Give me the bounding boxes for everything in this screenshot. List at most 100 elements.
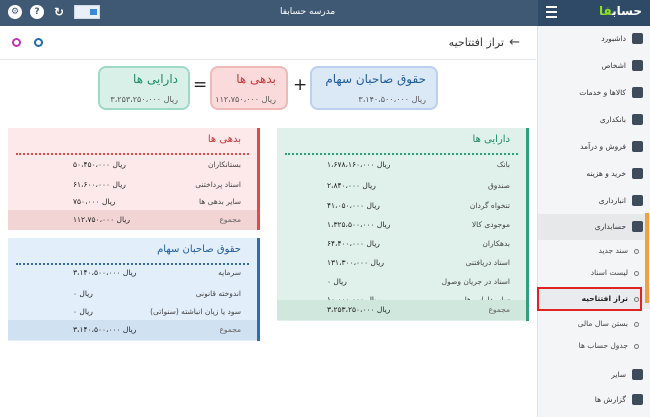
account-value: ریال ۶۱،۶۰۰،۰۰۰ bbox=[73, 180, 126, 189]
account-value: ریال ۳،۱۴۰،۵۰۰،۰۰۰ bbox=[73, 268, 137, 277]
hamburger-menu-icon[interactable] bbox=[546, 6, 557, 18]
assets-row[interactable]: بدهکاران ریال ۶۴،۴۰۰،۰۰۰ bbox=[277, 234, 526, 254]
equity-row[interactable]: سرمایه ریال ۳،۱۴۰،۵۰۰،۰۰۰ bbox=[8, 263, 257, 283]
account-value: ریال ۱،۶۷۸،۱۶۰،۰۰۰ bbox=[327, 160, 391, 169]
sidebar-subitem-label: لیست اسناد bbox=[590, 268, 628, 277]
sidebar-subitem-voucher-list[interactable]: لیست اسناد bbox=[538, 263, 650, 283]
bullet-icon bbox=[634, 271, 639, 276]
assets-row[interactable]: موجودی کالا ریال ۱،۳۲۵،۵۰۰،۰۰۰ bbox=[277, 215, 526, 235]
equation-liabilities-value: ریال ۱۱۲،۷۵۰،۰۰۰ bbox=[215, 95, 276, 104]
reports-icon bbox=[632, 394, 643, 405]
people-icon bbox=[632, 60, 643, 71]
target-icon[interactable] bbox=[12, 38, 21, 47]
account-value: ریال ۴۱،۰۵۰،۰۰۰ bbox=[327, 201, 380, 210]
account-value: ریال ۱،۳۲۵،۵۰۰،۰۰۰ bbox=[327, 220, 391, 229]
liabilities-row[interactable]: بستانکاران ریال ۵۰،۴۵۰،۰۰۰ bbox=[8, 155, 257, 175]
account-value: ریال ۲،۸۴۰،۰۰۰ bbox=[327, 181, 376, 190]
warehouse-icon bbox=[632, 195, 643, 206]
account-label: اندوخته قانونی bbox=[195, 289, 241, 298]
page-header: ← تراز افتتاحیه bbox=[0, 26, 536, 60]
sidebar-subitem-label: جدول حساب ها bbox=[578, 341, 628, 350]
selection-highlight bbox=[537, 287, 642, 311]
sales-icon bbox=[632, 141, 643, 152]
assets-row[interactable]: بانک ریال ۱،۶۷۸،۱۶۰،۰۰۰ bbox=[277, 155, 526, 175]
sidebar-item-people[interactable]: اشخاص bbox=[538, 53, 650, 79]
history-icon[interactable] bbox=[34, 38, 43, 47]
total-value: ریال ۱۱۲،۷۵۰،۰۰۰ bbox=[73, 215, 130, 224]
assets-total-row: مجموع ریال ۳،۲۵۳،۲۵۰،۰۰۰ bbox=[277, 300, 526, 320]
sidebar-item-label: اشخاص bbox=[601, 61, 626, 70]
account-label: موجودی کالا bbox=[471, 220, 510, 229]
total-value: ریال ۳،۲۵۳،۲۵۰،۰۰۰ bbox=[327, 305, 391, 314]
sidebar-item-purchases[interactable]: خرید و هزینه bbox=[538, 161, 650, 187]
account-value: ریال ۰ bbox=[73, 289, 93, 298]
sidebar-item-label: خرید و هزینه bbox=[586, 169, 626, 178]
liabilities-panel-title: بدهی ها bbox=[207, 134, 241, 145]
account-label: اسناد پرداختنی bbox=[195, 180, 241, 189]
sidebar-item-label: حسابداری bbox=[594, 222, 626, 231]
liabilities-row[interactable]: سایر بدهی ها ریال ۷۵۰،۰۰۰ bbox=[8, 192, 257, 212]
total-label: مجموع bbox=[219, 325, 241, 334]
account-label: سود یا زیان انباشته (سنواتی) bbox=[150, 307, 241, 316]
accounting-icon bbox=[632, 221, 643, 232]
sidebar-item-reports[interactable]: گزارش ها bbox=[538, 387, 650, 413]
brand-logo-text[interactable]: حسابفا bbox=[599, 4, 642, 18]
sidebar-item-label: سایر bbox=[611, 370, 626, 379]
bullet-icon bbox=[634, 249, 639, 254]
app-logo: حسابفا bbox=[538, 0, 650, 26]
top-bar-tools: ⚙ ? ↻ bbox=[8, 5, 100, 19]
sidebar-subitem-new-voucher[interactable]: سند جدید bbox=[538, 241, 650, 261]
sidebar-item-banking[interactable]: بانکداری bbox=[538, 107, 650, 133]
sidebar-item-label: داشبورد bbox=[601, 34, 626, 43]
equity-total-row: مجموع ریال ۳،۱۴۰،۵۰۰،۰۰۰ bbox=[8, 320, 257, 340]
account-value: ریال ۱۳۱،۳۰۰،۰۰۰ bbox=[327, 258, 384, 267]
sidebar-subitem-chart-of-accounts[interactable]: جدول حساب ها bbox=[538, 336, 650, 356]
account-label: اسناد دریافتنی bbox=[465, 258, 510, 267]
account-label: بانک bbox=[496, 160, 510, 169]
sidebar-item-warehouse[interactable]: انبارداری bbox=[538, 188, 650, 214]
sidebar-subitem-close-fiscal-year[interactable]: بستن سال مالی bbox=[538, 314, 650, 334]
equation-equity-title: حقوق صاحبان سهام bbox=[325, 72, 426, 86]
total-label: مجموع bbox=[219, 215, 241, 224]
assets-panel: دارایی ها بانک ریال ۱،۶۷۸،۱۶۰،۰۰۰ صندوق … bbox=[277, 128, 529, 321]
products-icon bbox=[632, 87, 643, 98]
dashboard-icon bbox=[632, 33, 643, 44]
assets-row[interactable]: اسناد دریافتنی ریال ۱۳۱،۳۰۰،۰۰۰ bbox=[277, 253, 526, 273]
equity-row[interactable]: سود یا زیان انباشته (سنواتی) ریال ۰ bbox=[8, 302, 257, 322]
settings-icon[interactable]: ⚙ bbox=[8, 5, 22, 19]
equation-liabilities-title: بدهی ها bbox=[236, 72, 276, 86]
equation-equity-card: حقوق صاحبان سهام ریال ۳،۱۴۰،۵۰۰،۰۰۰ bbox=[310, 66, 438, 110]
sidebar-subitem-label: سند جدید bbox=[598, 246, 628, 255]
bullet-icon bbox=[634, 344, 639, 349]
sidebar-item-accounting[interactable]: حسابداری bbox=[538, 214, 650, 240]
back-arrow-icon[interactable]: ← bbox=[509, 35, 520, 50]
liabilities-total-row: مجموع ریال ۱۱۲،۷۵۰،۰۰۰ bbox=[8, 210, 257, 230]
help-icon[interactable]: ? bbox=[30, 5, 44, 19]
sidebar-item-label: کالاها و خدمات bbox=[579, 88, 626, 97]
assets-row[interactable]: تنخواه گردان ریال ۴۱،۰۵۰،۰۰۰ bbox=[277, 196, 526, 216]
assets-row[interactable]: صندوق ریال ۲،۸۴۰،۰۰۰ bbox=[277, 176, 526, 196]
account-label: صندوق bbox=[487, 181, 510, 190]
assets-row[interactable]: اسناد در جریان وصول ریال ۰ bbox=[277, 272, 526, 292]
total-value: ریال ۳،۱۴۰،۵۰۰،۰۰۰ bbox=[73, 325, 137, 334]
account-value: ریال ۵۰،۴۵۰،۰۰۰ bbox=[73, 160, 126, 169]
fullscreen-icon[interactable] bbox=[74, 5, 100, 19]
sidebar-item-dashboard[interactable]: داشبورد bbox=[538, 26, 650, 52]
account-value: ریال ۷۵۰،۰۰۰ bbox=[73, 197, 116, 206]
account-label: بدهکاران bbox=[482, 239, 510, 248]
equity-panel-title: حقوق صاحبان سهام bbox=[157, 244, 241, 255]
sidebar-scrollbar[interactable] bbox=[645, 213, 649, 303]
refresh-icon[interactable]: ↻ bbox=[52, 5, 66, 19]
account-label: اسناد در جریان وصول bbox=[441, 277, 510, 286]
sidebar-item-sales[interactable]: فروش و درآمد bbox=[538, 134, 650, 160]
sidebar-item-label: انبارداری bbox=[598, 196, 626, 205]
equation-assets-card: دارایی ها ریال ۳،۲۵۳،۲۵۰،۰۰۰ bbox=[98, 66, 190, 110]
sidebar-item-label: فروش و درآمد bbox=[580, 142, 626, 151]
sidebar-item-other[interactable]: سایر bbox=[538, 362, 650, 388]
account-value: ریال ۰ bbox=[327, 277, 347, 286]
equity-row[interactable]: اندوخته قانونی ریال ۰ bbox=[8, 284, 257, 304]
purchase-icon bbox=[632, 168, 643, 179]
equity-panel: حقوق صاحبان سهام سرمایه ریال ۳،۱۴۰،۵۰۰،۰… bbox=[8, 238, 260, 341]
plus-sign: + bbox=[293, 75, 308, 95]
sidebar-item-products[interactable]: کالاها و خدمات bbox=[538, 80, 650, 106]
